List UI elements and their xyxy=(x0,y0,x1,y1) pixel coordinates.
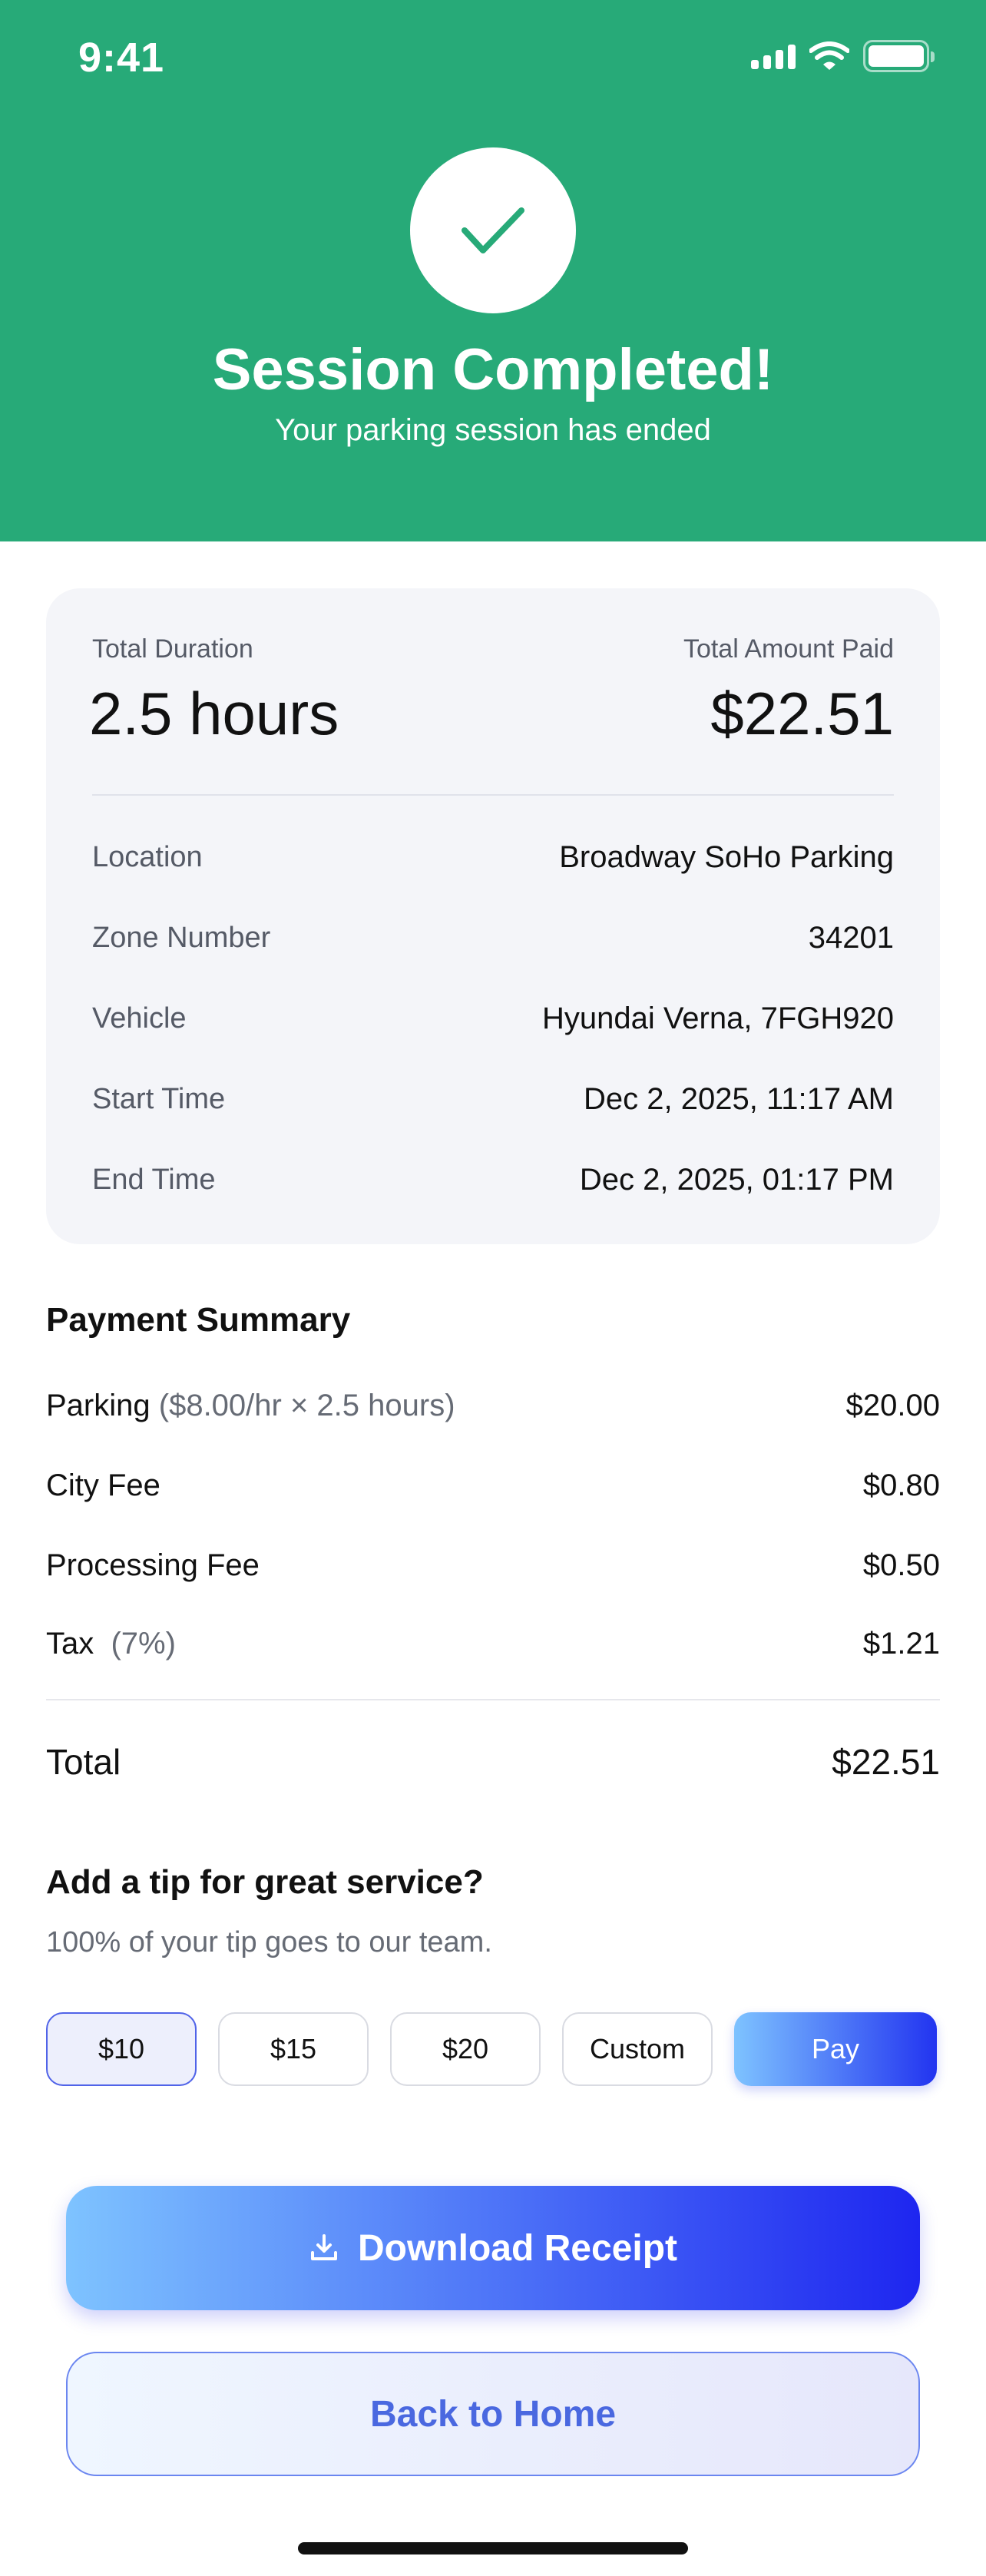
detail-row-zone: Zone Number 34201 xyxy=(92,915,894,961)
duration-value: 2.5 hours xyxy=(89,680,339,747)
detail-label: Zone Number xyxy=(92,921,271,954)
payment-divider xyxy=(46,1699,940,1700)
home-indicator xyxy=(298,2542,688,2554)
detail-row-end-time: End Time Dec 2, 2025, 01:17 PM xyxy=(92,1157,894,1203)
page-subtitle: Your parking session has ended xyxy=(275,413,711,447)
tip-pay-button[interactable]: Pay xyxy=(734,2012,937,2086)
tip-subtitle: 100% of your tip goes to our team. xyxy=(46,1926,492,1958)
payment-value: $0.50 xyxy=(862,1548,940,1582)
payment-label: City Fee xyxy=(46,1468,160,1502)
cellular-signal-icon xyxy=(751,43,796,69)
payment-label: Tax xyxy=(46,1626,94,1660)
detail-label: End Time xyxy=(92,1163,216,1196)
payment-row-tax: Tax (7%) $1.21 xyxy=(46,1621,940,1667)
detail-value: Hyundai Verna, 7FGH920 xyxy=(541,1001,894,1035)
detail-row-start-time: Start Time Dec 2, 2025, 11:17 AM xyxy=(92,1076,894,1122)
payment-note: (7%) xyxy=(111,1626,176,1660)
tip-option-15[interactable]: $15 xyxy=(218,2012,369,2086)
amount-label: Total Amount Paid xyxy=(683,634,894,664)
tip-title: Add a tip for great service? xyxy=(46,1863,484,1901)
status-time: 9:41 xyxy=(78,35,165,81)
detail-row-location: Location Broadway SoHo Parking xyxy=(92,834,894,880)
wifi-icon xyxy=(809,41,849,70)
battery-icon xyxy=(863,40,935,72)
tip-option-custom[interactable]: Custom xyxy=(562,2012,713,2086)
payment-label: Parking xyxy=(46,1388,151,1422)
detail-value: Broadway SoHo Parking xyxy=(559,839,894,874)
payment-note: ($8.00/hr × 2.5 hours) xyxy=(158,1388,455,1422)
payment-value: $20.00 xyxy=(845,1388,940,1422)
success-check-badge xyxy=(410,147,576,313)
tip-option-10[interactable]: $10 xyxy=(46,2012,197,2086)
payment-row-processing-fee: Processing Fee $0.50 xyxy=(46,1542,940,1588)
checkmark-icon xyxy=(462,207,524,253)
card-divider xyxy=(92,794,894,796)
detail-value: Dec 2, 2025, 11:17 AM xyxy=(584,1081,894,1116)
payment-value: $0.80 xyxy=(862,1468,940,1502)
back-to-home-button[interactable]: Back to Home xyxy=(66,2352,920,2476)
total-value: $22.51 xyxy=(832,1742,940,1782)
detail-row-vehicle: Vehicle Hyundai Verna, 7FGH920 xyxy=(92,995,894,1041)
tip-options: $10 $15 $20 Custom Pay xyxy=(46,2012,940,2086)
detail-value: 34201 xyxy=(808,920,894,955)
session-summary-card: Total Duration Total Amount Paid 2.5 hou… xyxy=(46,588,940,1244)
detail-label: Location xyxy=(92,840,203,873)
payment-value: $1.21 xyxy=(862,1626,940,1660)
tip-option-20[interactable]: $20 xyxy=(390,2012,541,2086)
detail-label: Vehicle xyxy=(92,1002,187,1035)
total-label: Total xyxy=(46,1742,121,1782)
duration-label: Total Duration xyxy=(92,634,253,664)
success-header: 9:41 Session Completed! Your parking ses… xyxy=(0,0,986,541)
download-receipt-label: Download Receipt xyxy=(357,2227,678,2269)
payment-total-row: Total $22.51 xyxy=(46,1739,940,1785)
payment-summary-title: Payment Summary xyxy=(46,1301,351,1339)
payment-row-city-fee: City Fee $0.80 xyxy=(46,1462,940,1508)
detail-label: Start Time xyxy=(92,1082,226,1115)
status-icons xyxy=(751,40,935,72)
payment-label: Processing Fee xyxy=(46,1548,260,1582)
amount-value: $22.51 xyxy=(710,680,894,747)
detail-value: Dec 2, 2025, 01:17 PM xyxy=(579,1162,894,1197)
download-icon xyxy=(310,2234,337,2260)
page-title: Session Completed! xyxy=(212,337,774,402)
payment-row-parking: Parking ($8.00/hr × 2.5 hours) $20.00 xyxy=(46,1382,940,1429)
download-receipt-button[interactable]: Download Receipt xyxy=(66,2186,920,2310)
